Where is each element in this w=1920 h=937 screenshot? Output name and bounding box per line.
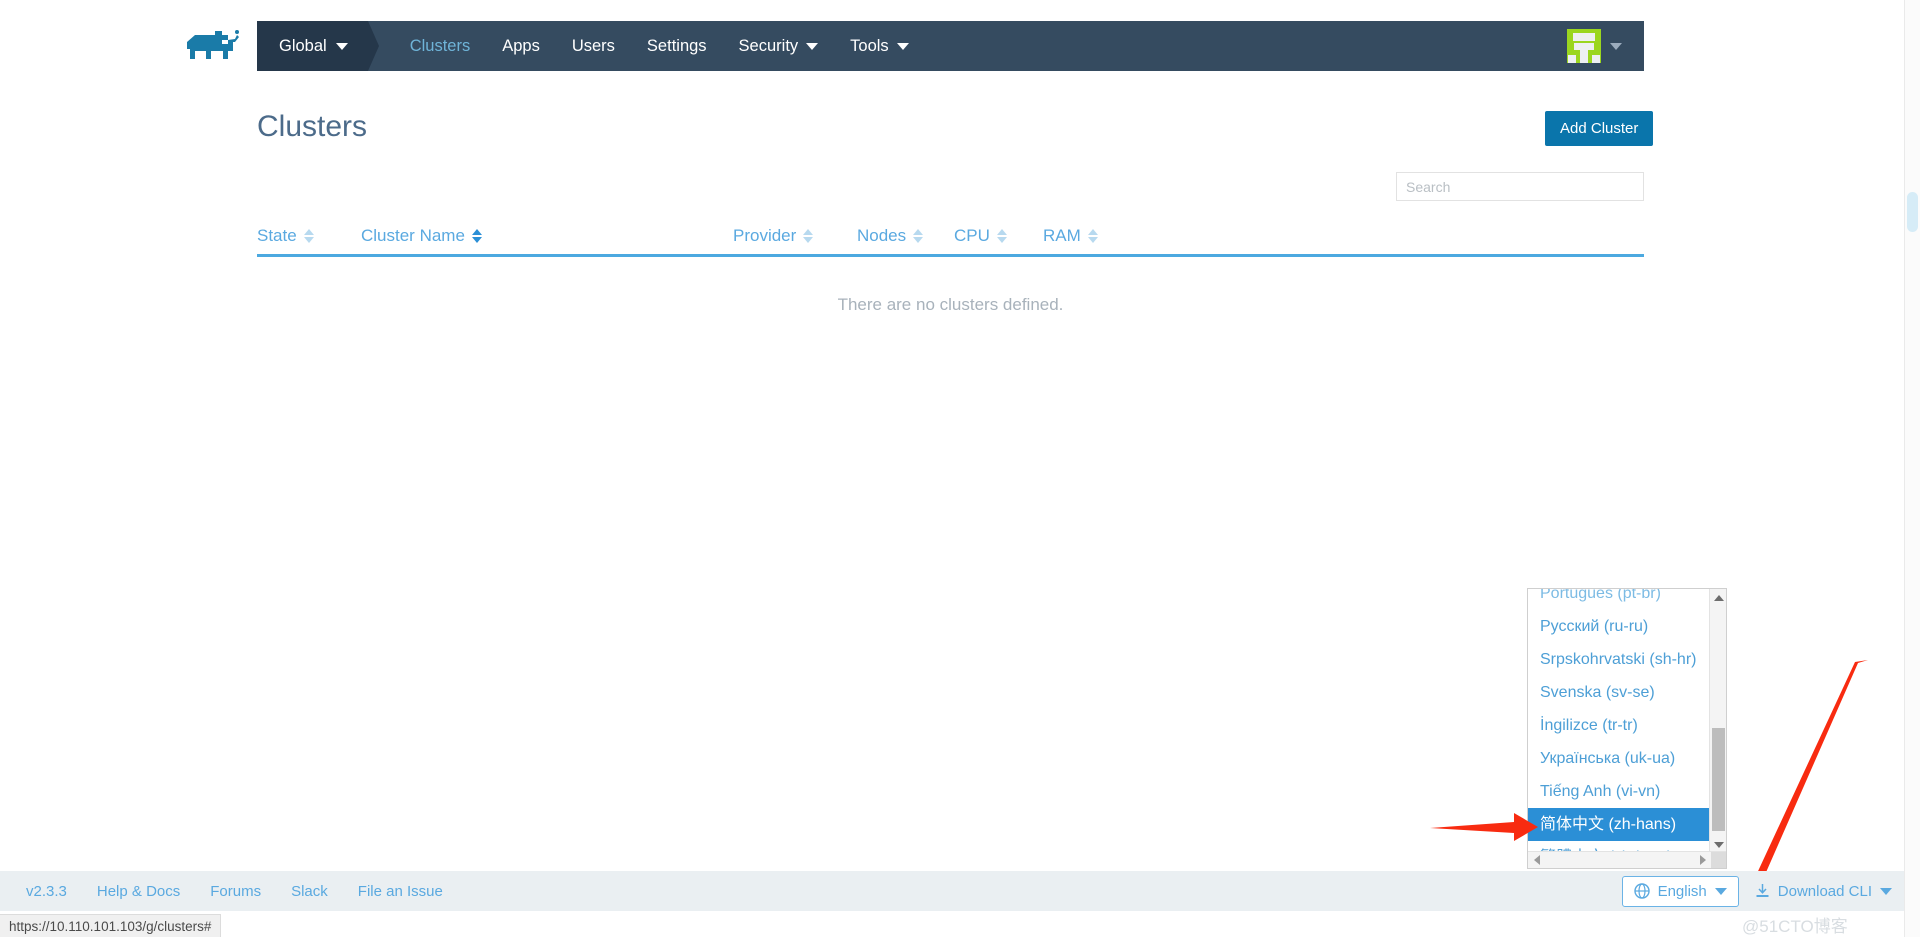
chevron-down-icon [896, 42, 909, 50]
footer-link-slack[interactable]: Slack [291, 883, 328, 900]
footer-bar: v2.3.3 Help & Docs Forums Slack File an … [0, 871, 1920, 911]
column-label: Nodes [857, 226, 907, 245]
download-cli-label: Download CLI [1777, 882, 1872, 900]
language-selector-button[interactable]: English [1621, 875, 1739, 907]
scrollbar-thumb[interactable] [1907, 192, 1918, 232]
language-option-vi-vn[interactable]: Tiếng Anh (vi-vn) [1528, 775, 1711, 808]
nav-item-clusters[interactable]: Clusters [394, 21, 487, 71]
column-header-nodes[interactable]: Nodes [857, 226, 954, 246]
chevron-down-icon [806, 42, 819, 50]
chevron-down-icon [1714, 887, 1727, 895]
language-option-tr-tr[interactable]: İngilizce (tr-tr) [1528, 709, 1711, 742]
nav-item-label: Tools [850, 36, 889, 55]
empty-state-message: There are no clusters defined. [837, 295, 1064, 314]
download-cli-button[interactable]: Download CLI [1753, 877, 1894, 906]
footer-actions: English Download CLI [1621, 875, 1920, 907]
sort-icon[interactable] [913, 229, 924, 243]
language-option-uk-ua[interactable]: Українська (uk-ua) [1528, 742, 1711, 775]
watermark: @51CTO博客 [1742, 917, 1848, 936]
user-avatar-icon [1567, 29, 1601, 63]
nav-context-label: Global [279, 36, 327, 55]
globe-icon [1633, 883, 1650, 899]
rancher-cow-logo[interactable] [169, 21, 257, 71]
status-bar-url: https://10.110.101.103/g/clusters# [9, 918, 212, 934]
nav-item-settings[interactable]: Settings [631, 21, 723, 71]
sort-icon[interactable] [803, 229, 814, 243]
column-header-cpu[interactable]: CPU [954, 226, 1043, 246]
table-header-row: State Cluster Name Provider Nodes CPU RA… [257, 226, 1644, 257]
scroll-right-arrow-icon[interactable] [1694, 852, 1711, 869]
footer-link-file-an-issue[interactable]: File an Issue [358, 883, 443, 900]
column-label: RAM [1043, 226, 1081, 245]
footer-link-version[interactable]: v2.3.3 [26, 883, 67, 900]
footer-link-help-docs[interactable]: Help & Docs [97, 883, 180, 900]
column-header-provider[interactable]: Provider [733, 226, 857, 246]
nav-item-label: Settings [646, 36, 707, 55]
user-menu[interactable] [1567, 21, 1644, 71]
annotation-arrow-to-zh-hans [1430, 813, 1538, 841]
nav-item-label: Users [571, 36, 615, 55]
nav-item-label: Apps [502, 36, 540, 55]
search-input[interactable] [1396, 172, 1644, 201]
chevron-down-icon [335, 42, 348, 50]
sort-icon[interactable] [996, 229, 1007, 243]
language-option-zh-hans[interactable]: 简体中文 (zh-hans) [1528, 808, 1711, 841]
nav-item-label: Security [738, 36, 799, 55]
nav-items: Clusters Apps Users Settings Security To… [368, 21, 925, 71]
column-label: State [257, 226, 297, 245]
scrollbar-thumb[interactable] [1712, 728, 1725, 831]
language-dropdown[interactable]: Português (pt-br) Русский (ru-ru) Srpsko… [1527, 588, 1727, 869]
dropdown-vertical-scrollbar[interactable] [1709, 589, 1726, 853]
clusters-table: State Cluster Name Provider Nodes CPU RA… [257, 172, 1644, 315]
nav-item-apps[interactable]: Apps [486, 21, 556, 71]
nav-item-users[interactable]: Users [556, 21, 631, 71]
nav-item-security[interactable]: Security [723, 21, 835, 71]
add-cluster-button[interactable]: Add Cluster [1545, 111, 1654, 146]
column-label: Cluster Name [361, 226, 465, 245]
top-navbar: Global Clusters Apps Users Settings Secu… [169, 21, 1644, 71]
nav-context-global[interactable]: Global [257, 21, 379, 71]
annotation-arrow-to-language-button [1744, 660, 1868, 904]
search-row [257, 172, 1644, 201]
scroll-left-arrow-icon[interactable] [1528, 852, 1545, 869]
nav-item-tools[interactable]: Tools [834, 21, 925, 71]
language-option-sv-se[interactable]: Svenska (sv-se) [1528, 676, 1711, 709]
page-title: Clusters [257, 110, 368, 143]
chevron-down-icon [1880, 887, 1892, 895]
language-option-sh-hr[interactable]: Srpskohrvatski (sh-hr) [1528, 643, 1711, 676]
scroll-up-arrow-icon[interactable] [1710, 589, 1726, 606]
column-header-cluster-name[interactable]: Cluster Name [361, 226, 733, 246]
footer-link-forums[interactable]: Forums [210, 883, 261, 900]
language-list: Português (pt-br) Русский (ru-ru) Srpsko… [1528, 589, 1711, 868]
app-root: Global Clusters Apps Users Settings Secu… [0, 0, 1920, 937]
column-label: CPU [954, 226, 990, 245]
language-selector-label: English [1657, 882, 1707, 900]
footer-links: v2.3.3 Help & Docs Forums Slack File an … [0, 883, 443, 900]
language-option-ru-ru[interactable]: Русский (ru-ru) [1528, 610, 1711, 643]
browser-status-bar: https://10.110.101.103/g/clusters# [0, 914, 222, 937]
nav-item-label: Clusters [409, 36, 471, 55]
sort-icon[interactable] [471, 229, 482, 243]
download-icon [1756, 884, 1769, 897]
column-header-ram[interactable]: RAM [1043, 226, 1123, 246]
page-scrollbar[interactable] [1904, 0, 1920, 937]
chevron-down-icon [1610, 42, 1622, 50]
scrollbar-corner [1711, 852, 1726, 868]
dropdown-horizontal-scrollbar[interactable] [1528, 851, 1726, 869]
column-header-state[interactable]: State [257, 226, 361, 246]
language-option-pt-br[interactable]: Português (pt-br) [1528, 589, 1711, 610]
column-label: Provider [733, 226, 797, 245]
sort-icon[interactable] [1087, 229, 1098, 243]
sort-icon[interactable] [303, 229, 314, 243]
